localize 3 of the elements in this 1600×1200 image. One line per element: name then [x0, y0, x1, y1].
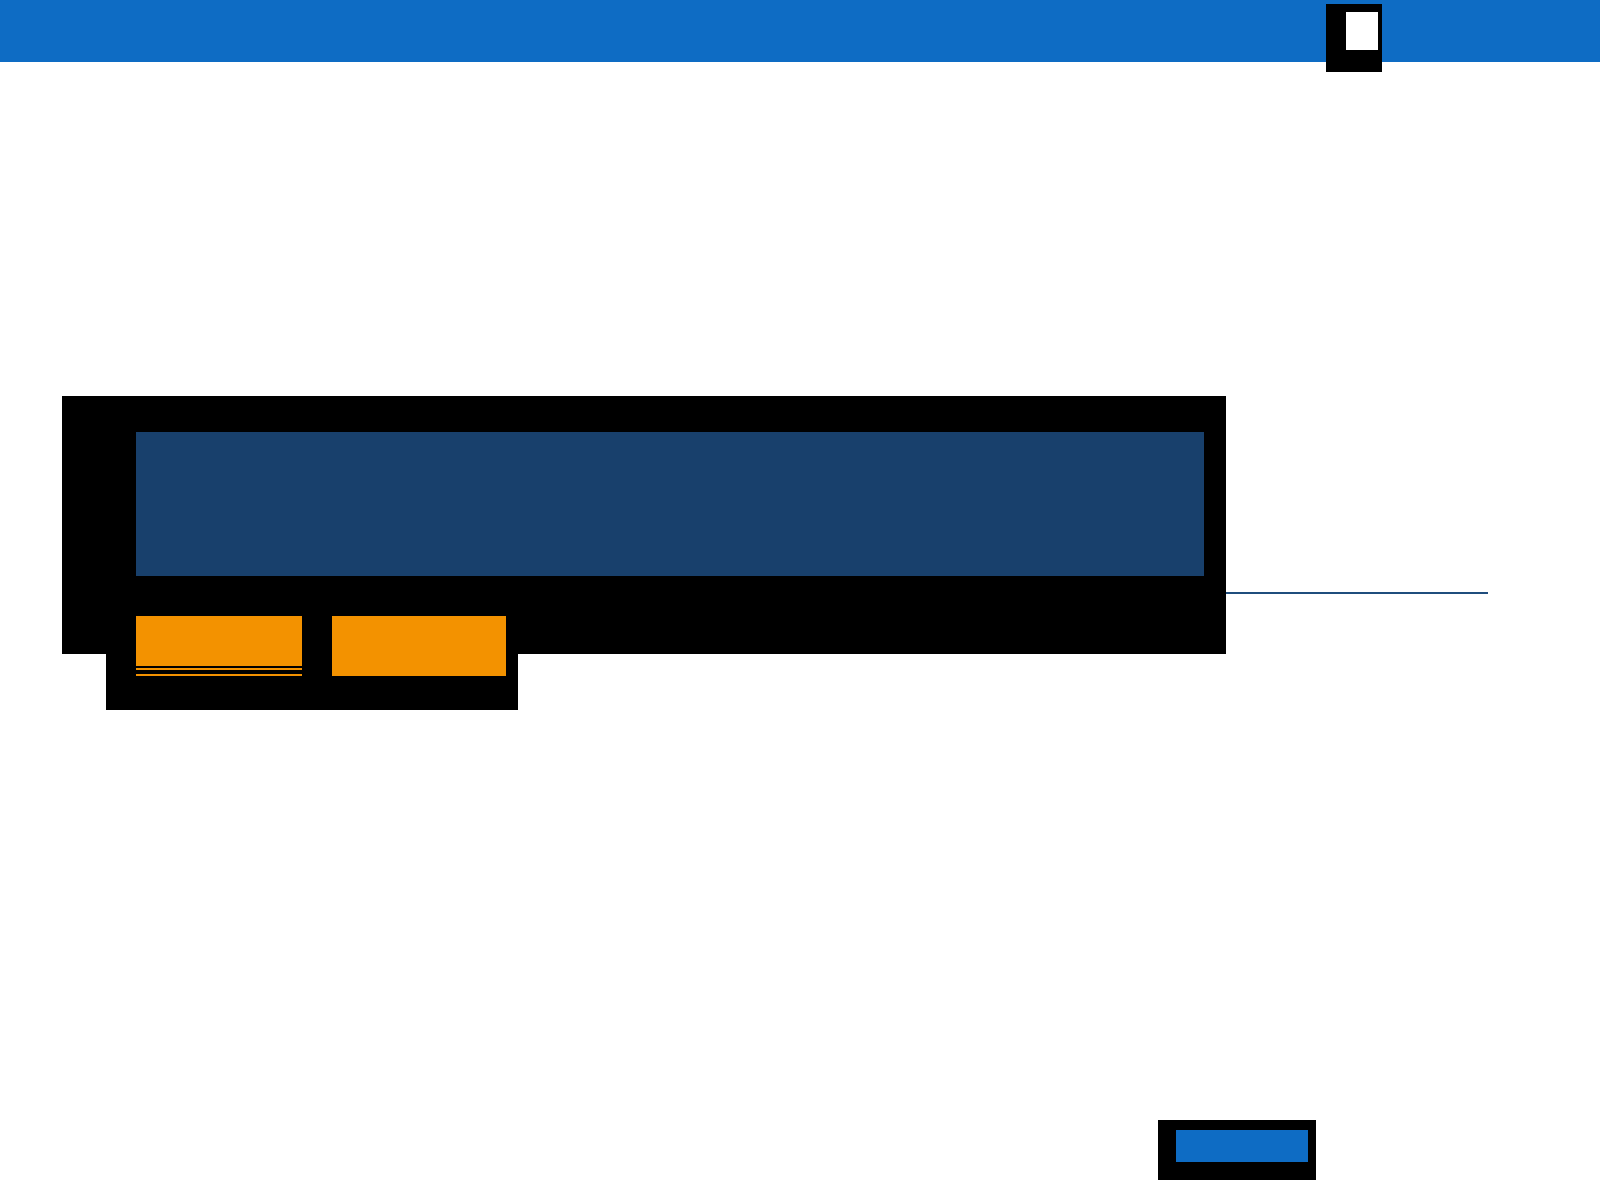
footer-button[interactable] [1158, 1120, 1316, 1180]
tile-icon[interactable] [1326, 4, 1382, 72]
tab[interactable] [136, 616, 302, 676]
